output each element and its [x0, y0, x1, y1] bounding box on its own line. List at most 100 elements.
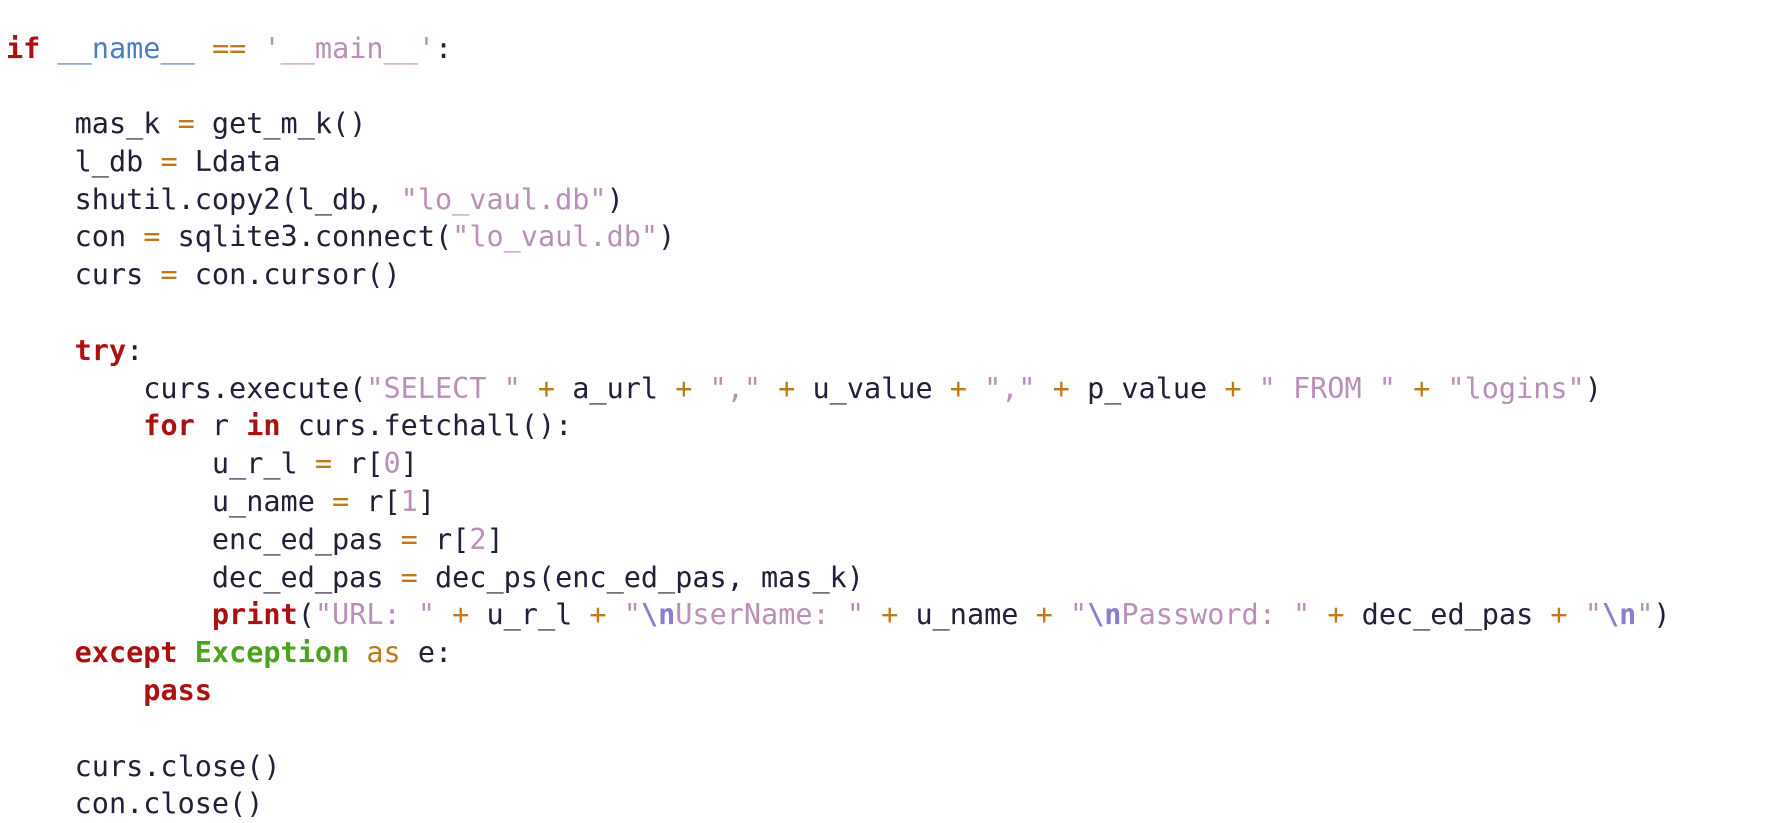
code-token: " — [1636, 598, 1653, 631]
code-line: try: — [6, 332, 1772, 370]
code-token: 0 — [384, 447, 401, 480]
code-token: mas_k — [6, 107, 178, 140]
code-token: try — [75, 334, 126, 367]
code-line: except Exception as e: — [6, 634, 1772, 672]
code-token: "," — [984, 372, 1035, 405]
code-token: + — [435, 598, 486, 631]
code-token: e: — [401, 636, 452, 669]
code-line: shutil.copy2(l_db, "lo_vaul.db") — [6, 181, 1772, 219]
code-token: l_db — [6, 145, 160, 178]
code-token: enc_ed_pas — [6, 523, 401, 556]
code-token: in — [246, 409, 280, 442]
code-token: p_value — [1087, 372, 1207, 405]
code-token: = — [401, 561, 418, 594]
code-viewer[interactable]: if __name__ == '__main__': mas_k = get_m… — [0, 29, 1772, 785]
code-token: r — [195, 409, 246, 442]
code-token: \n — [641, 598, 675, 631]
code-token — [195, 32, 212, 65]
code-token: except — [75, 636, 178, 669]
code-token: "SELECT " — [366, 372, 520, 405]
code-token — [40, 32, 57, 65]
code-token: Password: " — [1121, 598, 1310, 631]
code-token: \n — [1602, 598, 1636, 631]
code-line: pass — [6, 672, 1772, 710]
code-token: u_name — [915, 598, 1018, 631]
code-token — [6, 409, 143, 442]
code-token: dec_ed_pas — [1362, 598, 1534, 631]
code-token: print — [212, 598, 298, 631]
code-line: print("URL: " + u_r_l + "\nUserName: " +… — [6, 596, 1772, 634]
code-token: "lo_vaul.db" — [452, 220, 658, 253]
code-token: dec_ed_pas — [6, 561, 401, 594]
code-token: UserName: " — [675, 598, 864, 631]
code-token: + — [1310, 598, 1361, 631]
code-token: + — [1036, 372, 1087, 405]
code-token: + — [521, 372, 572, 405]
code-token: curs — [6, 258, 160, 291]
code-line: mas_k = get_m_k() — [6, 105, 1772, 143]
code-token: shutil.copy2(l_db, — [6, 183, 401, 216]
code-line — [6, 710, 1772, 748]
code-line — [6, 67, 1772, 105]
code-token: __name__ — [58, 32, 195, 65]
code-token: = — [332, 485, 349, 518]
code-token: ) — [607, 183, 624, 216]
code-line: curs = con.cursor() — [6, 256, 1772, 294]
code-token: for — [143, 409, 194, 442]
code-token — [178, 636, 195, 669]
code-token: + — [572, 598, 623, 631]
code-token: pass — [143, 674, 212, 707]
code-token: "URL: " — [315, 598, 435, 631]
code-token — [6, 674, 143, 707]
code-token: curs.close() — [6, 750, 281, 783]
code-token: + — [658, 372, 709, 405]
code-token: ] — [486, 523, 503, 556]
code-token: con.close() — [6, 787, 263, 820]
code-token: " — [624, 598, 641, 631]
code-token: '__main__' — [263, 32, 435, 65]
code-token: ) — [658, 220, 675, 253]
code-token — [246, 32, 263, 65]
code-line: con.close() — [6, 785, 1772, 823]
code-token: get_m_k() — [195, 107, 367, 140]
code-token: + — [1207, 372, 1258, 405]
code-token: + — [1018, 598, 1069, 631]
code-token: r[ — [418, 523, 469, 556]
code-token: = — [401, 523, 418, 556]
code-token: Ldata — [178, 145, 281, 178]
code-token: = — [178, 107, 195, 140]
code-line: dec_ed_pas = dec_ps(enc_ed_pas, mas_k) — [6, 559, 1772, 597]
code-line: con = sqlite3.connect("lo_vaul.db") — [6, 218, 1772, 256]
code-token: : — [126, 334, 143, 367]
code-line: curs.execute("SELECT " + a_url + "," + u… — [6, 370, 1772, 408]
code-token: "lo_vaul.db" — [401, 183, 607, 216]
code-token: Exception — [195, 636, 349, 669]
code-token: a_url — [572, 372, 658, 405]
code-token — [6, 334, 75, 367]
source-code-block[interactable]: if __name__ == '__main__': mas_k = get_m… — [0, 29, 1772, 823]
code-token: 1 — [401, 485, 418, 518]
code-token: r[ — [332, 447, 383, 480]
code-token: + — [1533, 598, 1584, 631]
code-token — [349, 636, 366, 669]
code-token: : — [435, 32, 452, 65]
code-line: u_r_l = r[0] — [6, 445, 1772, 483]
code-line: curs.close() — [6, 748, 1772, 786]
code-token: " — [1585, 598, 1602, 631]
code-token: as — [366, 636, 400, 669]
code-token: ] — [418, 485, 435, 518]
code-token: 2 — [469, 523, 486, 556]
code-token — [6, 598, 212, 631]
code-token: sqlite3.connect( — [160, 220, 452, 253]
code-token: = — [143, 220, 160, 253]
code-token: + — [761, 372, 812, 405]
code-line: enc_ed_pas = r[2] — [6, 521, 1772, 559]
code-token: + — [1396, 372, 1447, 405]
code-line: u_name = r[1] — [6, 483, 1772, 521]
code-token: + — [864, 598, 915, 631]
code-token: r[ — [349, 485, 400, 518]
code-token: u_r_l — [6, 447, 315, 480]
code-token: + — [933, 372, 984, 405]
code-token: = — [315, 447, 332, 480]
code-token: u_value — [813, 372, 933, 405]
